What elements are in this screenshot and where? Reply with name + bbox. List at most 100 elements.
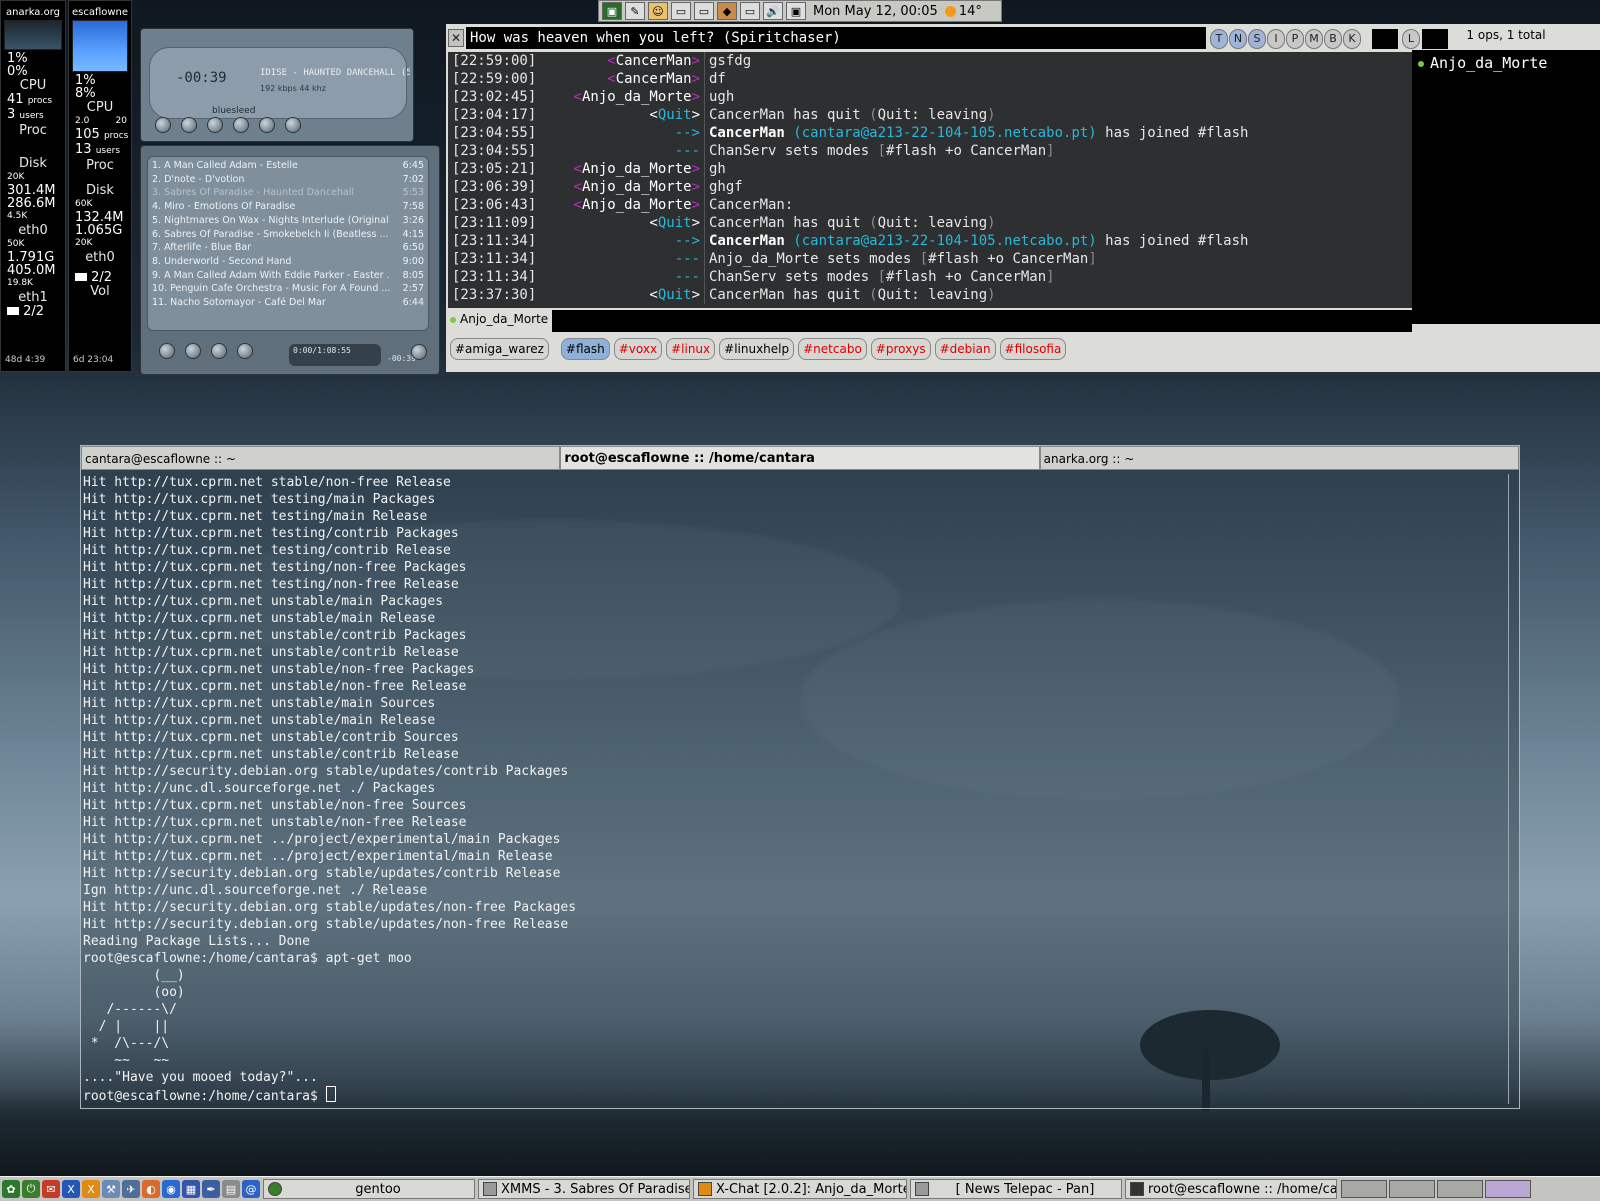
window-icon[interactable]: ▭	[694, 2, 714, 20]
playlist-item-current[interactable]: 3. Sabres Of Paradise - Haunted Dancehal…	[152, 186, 424, 200]
taskbar-task[interactable]: [ News Telepac - Pan]	[910, 1179, 1122, 1199]
op-status-icon	[1418, 60, 1424, 67]
app-icon[interactable]: ◆	[717, 2, 737, 20]
mode-button[interactable]: T	[1210, 29, 1228, 49]
chat-line: [22:59:00] <CancerMan> gsfdg	[452, 52, 752, 70]
taskbar-task[interactable]: XMMS - 3. Sabres Of Paradise - Ha	[478, 1179, 690, 1199]
next-button[interactable]	[259, 117, 275, 133]
misc-button[interactable]	[237, 343, 253, 359]
x-icon[interactable]: X	[62, 1180, 80, 1198]
close-icon[interactable]: ✕	[448, 29, 464, 47]
terminal-line: Reading Package Lists... Done	[83, 934, 310, 949]
mode-button[interactable]: S	[1248, 29, 1266, 49]
pen-icon[interactable]: ✒	[202, 1180, 220, 1198]
monitor-icon[interactable]: ▣	[602, 2, 622, 20]
window-icon[interactable]: ▭	[671, 2, 691, 20]
tab-debian[interactable]: #debian	[934, 338, 996, 360]
select-button[interactable]	[211, 343, 227, 359]
mode-button[interactable]: P	[1286, 29, 1304, 49]
procs-count: 41	[7, 92, 24, 107]
tab-filosofia[interactable]: #filosofia	[999, 338, 1067, 360]
taskbar-task[interactable]: X-Chat [2.0.2]: Anjo_da_Morte @	[693, 1179, 907, 1199]
terminal-output[interactable]: Hit http://tux.cprm.net stable/non-free …	[83, 474, 1503, 1104]
playlist-item[interactable]: 8. Underworld - Second Hand 9:00	[152, 255, 424, 269]
playlist-item[interactable]: 4. Miro - Emotions Of Paradise 7:58	[152, 200, 424, 214]
remove-button[interactable]	[185, 343, 201, 359]
user-list-item[interactable]: Anjo_da_Morte	[1418, 54, 1547, 72]
workspace-3[interactable]	[1437, 1180, 1483, 1198]
tools-icon[interactable]: ⚒	[102, 1180, 120, 1198]
xchat-icon[interactable]: X	[82, 1180, 100, 1198]
chat-line: [23:05:21] <Anjo_da_Morte> gh	[452, 160, 726, 178]
prev-button[interactable]	[155, 117, 171, 133]
list-button[interactable]	[411, 344, 427, 360]
mode-button[interactable]: I	[1267, 29, 1285, 49]
message-input[interactable]	[552, 310, 1412, 332]
terminal-scrollbar[interactable]	[1508, 474, 1517, 1104]
chat-line: [23:04:55] --> CancerMan (cantara@a213-22-…	[452, 124, 1249, 142]
terminal-tab[interactable]: cantara@escaflowne :: ~	[81, 446, 561, 470]
xmms-song-title: IDISE - HAUNTED DANCEHALL (5:53)	[260, 68, 410, 78]
gnome-foot-icon[interactable]: ✿	[2, 1180, 20, 1198]
terminal-line: Hit http://tux.cprm.net testing/main Pac…	[83, 492, 436, 507]
playlist-item[interactable]: 2. D'note - D'votion 7:02	[152, 173, 424, 187]
mode-button[interactable]: M	[1305, 29, 1323, 49]
tab-amiga-warez[interactable]: #amiga_warez	[450, 338, 549, 360]
mode-button[interactable]: B	[1324, 29, 1342, 49]
key-field[interactable]	[1372, 29, 1398, 49]
nick-button[interactable]: Anjo_da_Morte	[450, 312, 548, 326]
playlist-item[interactable]: 6. Sabres Of Paradise - Smokebelch Ii (B…	[152, 228, 424, 242]
tools-icon[interactable]: ✎	[625, 2, 645, 20]
power-icon[interactable]: ⏻	[22, 1180, 40, 1198]
terminal-prompt-line[interactable]: root@escaflowne:/home/cantara$	[83, 1086, 1503, 1104]
shell-icon[interactable]: ◐	[142, 1180, 160, 1198]
playlist-item[interactable]: 9. A Man Called Adam With Eddie Parker -…	[152, 269, 424, 283]
xmms-time[interactable]: -00:39	[176, 70, 227, 86]
mail-icon[interactable]	[75, 273, 87, 281]
clock[interactable]: Mon May 12, 00:05	[809, 4, 942, 19]
mode-button[interactable]: K	[1343, 29, 1361, 49]
stop-button[interactable]	[233, 117, 249, 133]
add-button[interactable]	[159, 343, 175, 359]
speaker-icon[interactable]: 🔊	[763, 2, 783, 20]
playlist-item[interactable]: 1. A Man Called Adam - Estelle 6:45	[152, 159, 424, 173]
tab-linux[interactable]: #linux	[666, 338, 716, 360]
taskbar-task-active[interactable]: root@escaflowne :: /home/cantara	[1125, 1179, 1337, 1199]
workspace-2[interactable]	[1389, 1180, 1435, 1198]
bookmarks-icon[interactable]: ▦	[182, 1180, 200, 1198]
xchat-window: ✕ How was heaven when you left? (Spiritc…	[446, 24, 1600, 372]
xchat-launcher-icon[interactable]: ✉	[42, 1180, 60, 1198]
tab-voxx[interactable]: #voxx	[613, 338, 663, 360]
tab-proxys[interactable]: #proxys	[870, 338, 931, 360]
workspace-4[interactable]	[1485, 1180, 1531, 1198]
pause-button[interactable]	[207, 117, 223, 133]
terminal-line: Hit http://tux.cprm.net ../project/exper…	[83, 832, 561, 847]
monitor-icon[interactable]: ▣	[786, 2, 806, 20]
topic-input[interactable]: How was heaven when you left? (Spiritcha…	[466, 27, 1206, 49]
tab-linuxhelp[interactable]: #linuxhelp	[719, 338, 795, 360]
satellite-icon[interactable]: ✈	[122, 1180, 140, 1198]
terminal-line: Hit http://tux.cprm.net unstable/non-fre…	[83, 798, 467, 813]
window-icon[interactable]: ▭	[740, 2, 760, 20]
person-icon[interactable]: ☺	[648, 2, 668, 20]
volume-label[interactable]: Vol	[69, 284, 131, 299]
playlist-item[interactable]: 10. Penguin Cafe Orchestra - Music For A…	[152, 282, 424, 296]
tab-flash[interactable]: #flash	[560, 338, 610, 360]
taskbar-task[interactable]: gentoo	[263, 1179, 475, 1199]
play-button[interactable]	[181, 117, 197, 133]
playlist-item[interactable]: 5. Nightmares On Wax - Nights Interlude …	[152, 214, 424, 228]
terminal-tab-active[interactable]: root@escaflowne :: /home/cantara	[560, 446, 1040, 470]
email-icon[interactable]: @	[242, 1180, 260, 1198]
book-icon[interactable]: ▤	[222, 1180, 240, 1198]
mail-icon[interactable]	[7, 307, 19, 315]
tab-netcabo[interactable]: #netcabo	[798, 338, 867, 360]
workspace-1[interactable]	[1341, 1180, 1387, 1198]
eject-button[interactable]	[285, 117, 301, 133]
mode-button[interactable]: N	[1229, 29, 1247, 49]
playlist-item[interactable]: 7. Afterlife - Blue Bar 6:50	[152, 241, 424, 255]
globe-icon[interactable]: ◉	[162, 1180, 180, 1198]
playlist-item[interactable]: 11. Nacho Sotomayor - Café Del Mar 6:44	[152, 296, 424, 310]
terminal-tab[interactable]: anarka.org :: ~	[1039, 446, 1519, 470]
terminal-line: Hit http://tux.cprm.net stable/non-free …	[83, 475, 451, 490]
xmms-playlist: 1. A Man Called Adam - Estelle 6:45 2. D'…	[140, 145, 440, 375]
